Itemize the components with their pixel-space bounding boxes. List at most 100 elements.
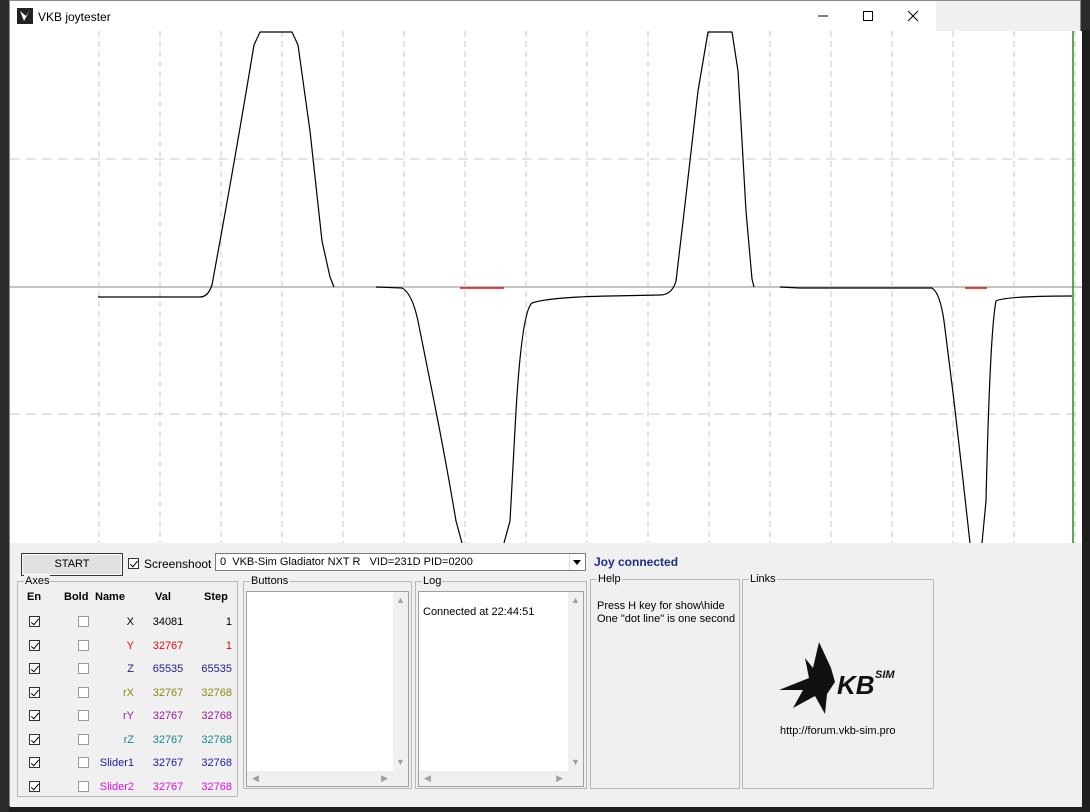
axes-header-bold: Bold (64, 591, 89, 603)
minimize-button[interactable] (800, 1, 845, 31)
help-text: Press H key for show\hide One "dot line"… (597, 600, 735, 626)
axis-name: Slider2 (99, 780, 134, 793)
links-group: Links KB SIM http://forum.vkb-sim.pro (742, 573, 934, 789)
vkb-sim-logo: KB SIM (775, 638, 905, 721)
axis-row: Slider1 32767 32768 (18, 755, 237, 773)
axis-step: 32768 (201, 780, 232, 793)
scroll-corner (393, 771, 408, 786)
axis-name: Y (126, 639, 134, 652)
close-icon (907, 10, 918, 22)
axis-enable-checkbox[interactable] (29, 663, 40, 674)
axis-value: 32767 (152, 710, 184, 722)
axis-name: X (126, 616, 134, 628)
axis-step: 1 (225, 639, 232, 652)
axis-enable-checkbox[interactable] (29, 686, 40, 698)
axis-step: 32768 (201, 757, 232, 769)
close-button[interactable] (890, 1, 935, 31)
axis-enable-checkbox[interactable] (29, 757, 40, 768)
maximize-button[interactable] (845, 1, 890, 31)
axis-value: 32767 (152, 733, 184, 746)
device-select[interactable]: 0 VKB-Sim Gladiator NXT R VID=231D PID=0… (215, 553, 586, 571)
axis-enable-checkbox[interactable] (29, 780, 40, 792)
log-hscrollbar[interactable]: ◀ ▶ (419, 771, 568, 786)
maximize-icon (862, 11, 873, 21)
buttons-listbox[interactable]: ▲ ▼ ◀ ▶ (246, 591, 409, 787)
device-select-value: 0 VKB-Sim Gladiator NXT R VID=231D PID=0… (220, 556, 473, 568)
scroll-up-icon[interactable]: ▲ (571, 596, 580, 605)
scroll-up-icon[interactable]: ▲ (396, 596, 405, 605)
plot-grid (10, 31, 1082, 543)
axis-value: 34081 (152, 616, 184, 628)
screenshoot-label: Screenshoot (144, 557, 212, 571)
svg-text:SIM: SIM (875, 669, 895, 681)
scroll-down-icon[interactable]: ▼ (396, 758, 405, 767)
axis-value: 32767 (152, 757, 184, 769)
buttons-hscrollbar[interactable]: ◀ ▶ (247, 771, 393, 786)
axis-value: 32767 (152, 780, 184, 793)
help-group: Help Press H key for show\hide One "dot … (590, 573, 740, 789)
log-group-label: Log (422, 575, 443, 587)
svg-text:KB: KB (837, 670, 875, 700)
axis-step: 32768 (201, 733, 232, 746)
control-panel: START Screenshoot 0 VKB-Sim Gladiator NX… (10, 543, 1082, 807)
desktop-background (0, 0, 9, 812)
scroll-right-icon[interactable]: ▶ (556, 774, 563, 783)
app-window: VKB joytester START Screenshoot 0 VKB-Si… (9, 0, 1082, 807)
scroll-left-icon[interactable]: ◀ (424, 774, 431, 783)
scroll-right-icon[interactable]: ▶ (381, 774, 388, 783)
buttons-group-label: Buttons (250, 575, 290, 587)
axis-name: Slider1 (99, 757, 134, 769)
axis-row: rY 32767 32768 (18, 708, 237, 726)
log-vscrollbar[interactable]: ▲ ▼ (568, 592, 583, 771)
log-listbox[interactable]: Connected at 22:44:51 ▲ ▼ ◀ ▶ (418, 591, 584, 787)
title-bar: VKB joytester (10, 1, 936, 31)
axes-group-label: Axes (24, 575, 51, 587)
axis-name: rY (123, 710, 134, 722)
axis-row: X 34081 1 (18, 614, 237, 632)
minimize-icon (817, 15, 828, 17)
axis-enable-checkbox[interactable] (29, 710, 40, 721)
axis-value: 32767 (152, 639, 184, 652)
buttons-vscrollbar[interactable]: ▲ ▼ (393, 592, 408, 771)
axis-row: Z 65535 65535 (18, 661, 237, 679)
axes-header-en: En (27, 591, 42, 603)
app-icon (17, 8, 33, 24)
scroll-down-icon[interactable]: ▼ (571, 758, 580, 767)
log-group: Log Connected at 22:44:51 ▲ ▼ ◀ ▶ (415, 575, 587, 789)
axis-step: 32768 (201, 686, 232, 699)
buttons-group: Buttons ▲ ▼ ◀ ▶ (243, 575, 412, 789)
axis-value: 32767 (152, 686, 184, 699)
axis-plot-area (10, 31, 1082, 543)
axes-header-name: Name (95, 591, 125, 603)
axis-name: rZ (123, 733, 134, 746)
scroll-left-icon[interactable]: ◀ (252, 774, 259, 783)
axis-enable-checkbox[interactable] (29, 616, 40, 627)
help-line: One "dot line" is one second (597, 613, 736, 625)
axis-enable-checkbox[interactable] (29, 639, 40, 651)
scroll-corner (568, 771, 583, 786)
axes-group: Axes En Bold Name Val Step X 34081 1 Y 32767… (17, 575, 238, 797)
window-title: VKB joytester (38, 10, 111, 24)
axis-value: 65535 (152, 663, 184, 675)
links-group-label: Links (749, 573, 777, 585)
forum-link[interactable]: http://forum.vkb-sim.pro (780, 725, 896, 737)
axis-step: 32768 (201, 710, 232, 722)
axis-row: rZ 32767 32768 (18, 732, 237, 750)
axes-header-step: Step (204, 591, 228, 603)
chevron-down-icon[interactable] (569, 554, 585, 570)
axis-row: Slider2 32767 32768 (18, 779, 237, 797)
axis-name: Z (127, 663, 134, 675)
axis-name: rX (123, 686, 134, 699)
axis-plot (10, 31, 1082, 543)
axis-row: rX 32767 32768 (18, 685, 237, 703)
axis-enable-checkbox[interactable] (29, 733, 40, 745)
screenshoot-checkbox[interactable] (128, 558, 139, 569)
help-group-label: Help (597, 573, 622, 585)
axis-step: 1 (225, 616, 232, 628)
axis-row: Y 32767 1 (18, 638, 237, 656)
axes-header-val: Val (155, 591, 171, 603)
connection-status: Joy connected (594, 555, 679, 569)
axis-step: 65535 (201, 663, 232, 675)
help-line: Press H key for show\hide (597, 600, 725, 612)
start-button[interactable]: START (21, 553, 123, 576)
